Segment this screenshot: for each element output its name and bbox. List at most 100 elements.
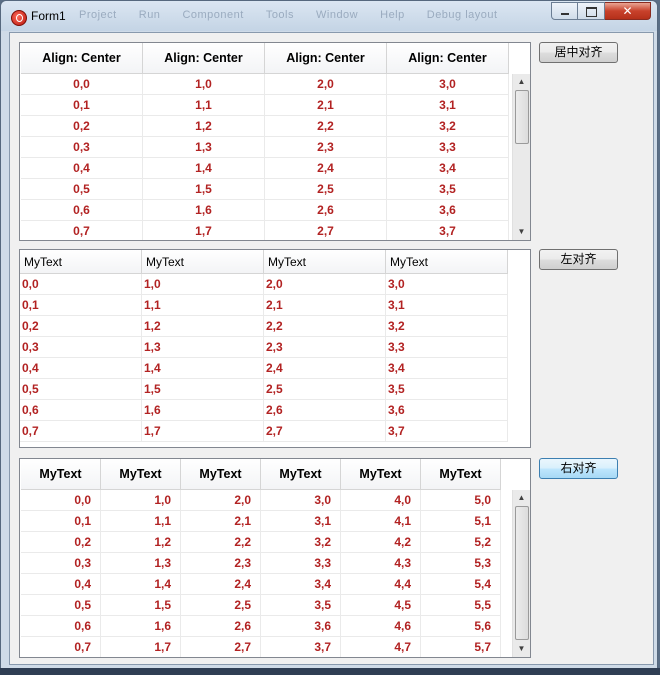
grid-cell[interactable]: 2,7	[265, 221, 387, 240]
grid-cell[interactable]: 3,2	[261, 532, 341, 553]
column-header[interactable]: MyText	[142, 250, 264, 274]
grid-cell[interactable]: 2,0	[181, 490, 261, 511]
string-grid-left[interactable]: MyText MyText MyText MyText 0,0 1,0 2,0 3,0 0,1 1…	[19, 249, 531, 448]
grid-cell[interactable]: 2,6	[181, 616, 261, 637]
grid-cell[interactable]: 2,0	[265, 74, 387, 95]
grid-cell[interactable]: 2,4	[264, 358, 386, 379]
grid-cell[interactable]: 3,0	[387, 74, 509, 95]
grid-cell[interactable]: 2,7	[264, 421, 386, 442]
grid-cell[interactable]: 0,7	[21, 637, 101, 657]
scroll-down-icon[interactable]: ▼	[513, 224, 530, 240]
grid-cell[interactable]: 0,2	[21, 532, 101, 553]
grid-cell[interactable]: 4,3	[341, 553, 421, 574]
title-bar[interactable]: Form1 Project Run Component Tools Window Help…	[1, 1, 657, 31]
grid-cell[interactable]: 0,6	[20, 400, 142, 421]
grid-cell[interactable]: 3,7	[261, 637, 341, 657]
grid-cell[interactable]: 2,5	[265, 179, 387, 200]
grid-cell[interactable]: 2,6	[264, 400, 386, 421]
scroll-down-icon[interactable]: ▼	[513, 641, 530, 657]
grid-cell[interactable]: 1,0	[142, 274, 264, 295]
grid-cell[interactable]: 3,1	[386, 295, 508, 316]
grid-cell[interactable]: 0,0	[20, 274, 142, 295]
grid-cell[interactable]: 0,7	[21, 221, 143, 240]
grid-cell[interactable]: 5,5	[421, 595, 501, 616]
grid-cell[interactable]: 1,3	[101, 553, 181, 574]
grid-cell[interactable]: 1,4	[101, 574, 181, 595]
grid-cell[interactable]: 2,4	[181, 574, 261, 595]
grid-cell[interactable]: 0,1	[20, 295, 142, 316]
grid-cell[interactable]: 2,1	[265, 95, 387, 116]
grid-cell[interactable]: 0,1	[21, 511, 101, 532]
grid-cell[interactable]: 2,3	[265, 137, 387, 158]
close-icon[interactable]	[605, 2, 651, 20]
grid-cell[interactable]: 0,5	[20, 379, 142, 400]
grid-cell[interactable]: 2,3	[264, 337, 386, 358]
grid-cell[interactable]: 2,4	[265, 158, 387, 179]
vertical-scrollbar[interactable]: ▲ ▼	[512, 74, 530, 240]
grid-cell[interactable]: 3,6	[387, 200, 509, 221]
grid-cell[interactable]: 1,6	[142, 400, 264, 421]
grid-cell[interactable]: 0,3	[21, 137, 143, 158]
left-align-button[interactable]: 左对齐	[539, 249, 618, 270]
grid-cell[interactable]: 5,1	[421, 511, 501, 532]
grid-cell[interactable]: 2,2	[265, 116, 387, 137]
grid-cell[interactable]: 2,1	[181, 511, 261, 532]
column-header[interactable]: MyText	[21, 459, 101, 490]
grid-cell[interactable]: 2,7	[181, 637, 261, 657]
grid-cell[interactable]: 3,1	[387, 95, 509, 116]
grid-cell[interactable]: 0,6	[21, 200, 143, 221]
column-header[interactable]: Align: Center	[387, 43, 509, 74]
grid-cell[interactable]: 1,7	[142, 421, 264, 442]
grid-cell[interactable]: 4,1	[341, 511, 421, 532]
grid-cell[interactable]: 5,7	[421, 637, 501, 657]
grid-cell[interactable]: 1,0	[143, 74, 265, 95]
grid-cell[interactable]: 1,1	[143, 95, 265, 116]
grid-cell[interactable]: 3,7	[387, 221, 509, 240]
column-header[interactable]: MyText	[386, 250, 508, 274]
grid-cell[interactable]: 3,6	[386, 400, 508, 421]
scroll-thumb[interactable]	[515, 90, 529, 144]
grid-cell[interactable]: 4,0	[341, 490, 421, 511]
grid-cell[interactable]: 0,7	[20, 421, 142, 442]
grid-cell[interactable]: 3,6	[261, 616, 341, 637]
grid-cell[interactable]: 0,4	[21, 574, 101, 595]
scroll-up-icon[interactable]: ▲	[513, 74, 530, 90]
grid-cell[interactable]: 1,4	[143, 158, 265, 179]
grid-cell[interactable]: 1,6	[101, 616, 181, 637]
grid-cell[interactable]: 1,2	[101, 532, 181, 553]
grid-cell[interactable]: 3,4	[261, 574, 341, 595]
grid-cell[interactable]: 2,5	[181, 595, 261, 616]
string-grid-center[interactable]: Align: Center Align: Center Align: Center A…	[19, 42, 531, 241]
grid-cell[interactable]: 3,5	[387, 179, 509, 200]
grid-cell[interactable]: 3,3	[386, 337, 508, 358]
column-header[interactable]: MyText	[181, 459, 261, 490]
grid-cell[interactable]: 0,2	[20, 316, 142, 337]
grid-cell[interactable]: 5,0	[421, 490, 501, 511]
grid-cell[interactable]: 3,5	[386, 379, 508, 400]
column-header[interactable]: MyText	[341, 459, 421, 490]
grid-cell[interactable]: 3,0	[261, 490, 341, 511]
grid-cell[interactable]: 3,1	[261, 511, 341, 532]
grid-cell[interactable]: 0,0	[21, 490, 101, 511]
vertical-scrollbar[interactable]: ▲ ▼	[512, 490, 530, 657]
grid-cell[interactable]: 0,3	[21, 553, 101, 574]
scroll-thumb[interactable]	[515, 506, 529, 640]
scroll-up-icon[interactable]: ▲	[513, 490, 530, 506]
grid-cell[interactable]: 3,5	[261, 595, 341, 616]
grid-cell[interactable]: 3,4	[387, 158, 509, 179]
grid-cell[interactable]: 1,5	[142, 379, 264, 400]
grid-cell[interactable]: 0,4	[20, 358, 142, 379]
grid-cell[interactable]: 0,6	[21, 616, 101, 637]
grid-cell[interactable]: 0,5	[21, 179, 143, 200]
grid-cell[interactable]: 1,5	[101, 595, 181, 616]
grid-cell[interactable]: 0,5	[21, 595, 101, 616]
grid-cell[interactable]: 1,1	[142, 295, 264, 316]
grid-cell[interactable]: 3,3	[387, 137, 509, 158]
grid-cell[interactable]: 5,6	[421, 616, 501, 637]
grid-cell[interactable]: 5,4	[421, 574, 501, 595]
grid-cell[interactable]: 1,0	[101, 490, 181, 511]
grid-cell[interactable]: 1,2	[143, 116, 265, 137]
center-align-button[interactable]: 居中对齐	[539, 42, 618, 63]
column-header[interactable]: Align: Center	[143, 43, 265, 74]
string-grid-right[interactable]: MyText MyText MyText MyText MyText MyText 0,0 1…	[19, 458, 531, 658]
